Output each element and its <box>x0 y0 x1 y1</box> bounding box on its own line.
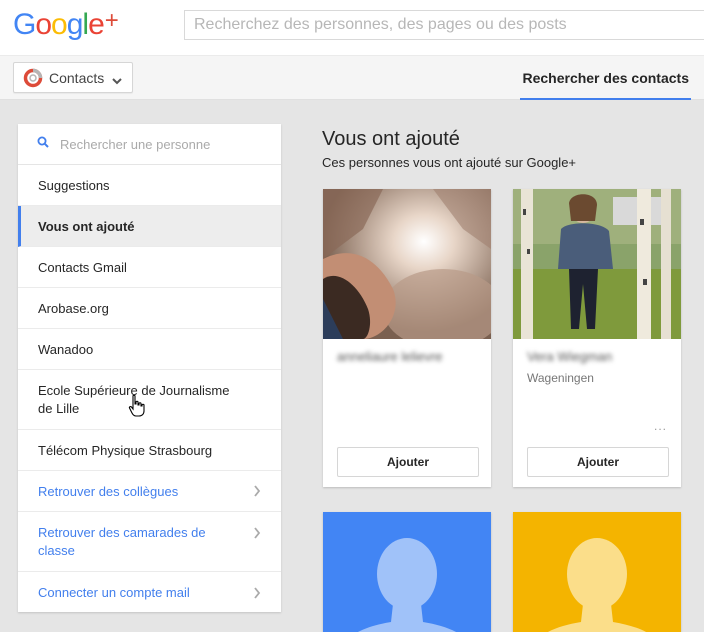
logo-letter: G <box>13 8 36 41</box>
chevron-right-icon <box>253 526 261 544</box>
sidebar-item-label: Contacts Gmail <box>38 259 127 275</box>
sidebar: Suggestions Vous ont ajouté Contacts Gma… <box>18 124 281 612</box>
sidebar-link-label: Connecter un compte mail <box>38 585 190 600</box>
app-switcher-dropdown[interactable]: Contacts <box>13 62 133 93</box>
logo-letter: o <box>35 8 52 41</box>
person-card[interactable]: anneliaure lelievre Ajouter <box>323 189 491 487</box>
sidebar-item-esj-lille[interactable]: Ecole Supérieure de Journalisme de Lille <box>18 370 281 430</box>
logo-letter: o <box>51 8 68 41</box>
sidebar-item-label: Suggestions <box>38 177 110 193</box>
sidebar-item-contacts-gmail[interactable]: Contacts Gmail <box>18 247 281 288</box>
more-options-icon[interactable]: ... <box>654 419 667 433</box>
person-name[interactable]: anneliaure lelievre <box>337 349 443 364</box>
sidebar-item-wanadoo[interactable]: Wanadoo <box>18 329 281 370</box>
sidebar-item-label: Arobase.org <box>38 300 109 316</box>
page-title: Vous ont ajouté <box>322 128 460 150</box>
sidebar-item-suggestions[interactable]: Suggestions <box>18 165 281 206</box>
sidebar-search-input[interactable] <box>60 136 260 152</box>
search-icon <box>37 135 49 153</box>
app-switcher-label: Contacts <box>49 69 105 86</box>
sidebar-item-vous-ont-ajoute[interactable]: Vous ont ajouté <box>18 206 281 247</box>
person-card[interactable]: Vera Wiegman Wageningen ... Ajouter <box>513 189 681 487</box>
chevron-down-icon <box>112 73 122 84</box>
sidebar-link-camarades[interactable]: Retrouver des camarades de classe <box>18 512 281 572</box>
profile-photo[interactable] <box>513 189 681 339</box>
top-bar: Google+ <box>0 0 704 56</box>
contacts-circle-icon <box>23 68 43 88</box>
person-silhouette-icon <box>548 538 646 632</box>
profile-photo[interactable] <box>323 189 491 339</box>
chevron-right-icon <box>253 586 261 602</box>
global-search-box[interactable] <box>184 10 704 40</box>
sidebar-item-telecom-strasbourg[interactable]: Télécom Physique Strasbourg <box>18 430 281 471</box>
sidebar-item-label: Vous ont ajouté <box>38 218 135 234</box>
sidebar-link-collegues[interactable]: Retrouver des collègues <box>18 471 281 512</box>
sub-bar: Contacts Rechercher des contacts <box>0 56 704 100</box>
sidebar-link-label: Retrouver des collègues <box>38 483 179 499</box>
sidebar-item-arobase[interactable]: Arobase.org <box>18 288 281 329</box>
add-button[interactable]: Ajouter <box>337 447 479 477</box>
google-plus-logo[interactable]: Google+ <box>13 7 119 42</box>
sidebar-item-label: Wanadoo <box>38 341 94 357</box>
hand-cursor-icon <box>128 394 146 423</box>
logo-letter: g <box>66 8 84 41</box>
sidebar-item-label: Télécom Physique Strasbourg <box>38 442 213 458</box>
add-button[interactable]: Ajouter <box>527 447 669 477</box>
sidebar-link-compte-mail[interactable]: Connecter un compte mail <box>18 572 281 613</box>
logo-plus: + <box>104 7 119 34</box>
page-subtitle: Ces personnes vous ont ajouté sur Google… <box>322 155 577 170</box>
person-silhouette-icon <box>358 538 456 632</box>
global-search-input[interactable] <box>185 11 704 39</box>
default-avatar[interactable] <box>513 512 681 632</box>
person-location: Wageningen <box>527 371 594 385</box>
tab-rechercher-contacts[interactable]: Rechercher des contacts <box>520 56 691 100</box>
person-card[interactable] <box>323 512 491 632</box>
person-name[interactable]: Vera Wiegman <box>527 349 612 364</box>
chevron-right-icon <box>253 485 261 500</box>
logo-letter: e <box>88 8 105 41</box>
sidebar-search[interactable] <box>18 124 281 165</box>
sidebar-link-label: Retrouver des camarades de classe <box>38 524 206 558</box>
default-avatar[interactable] <box>323 512 491 632</box>
person-card[interactable] <box>513 512 681 632</box>
